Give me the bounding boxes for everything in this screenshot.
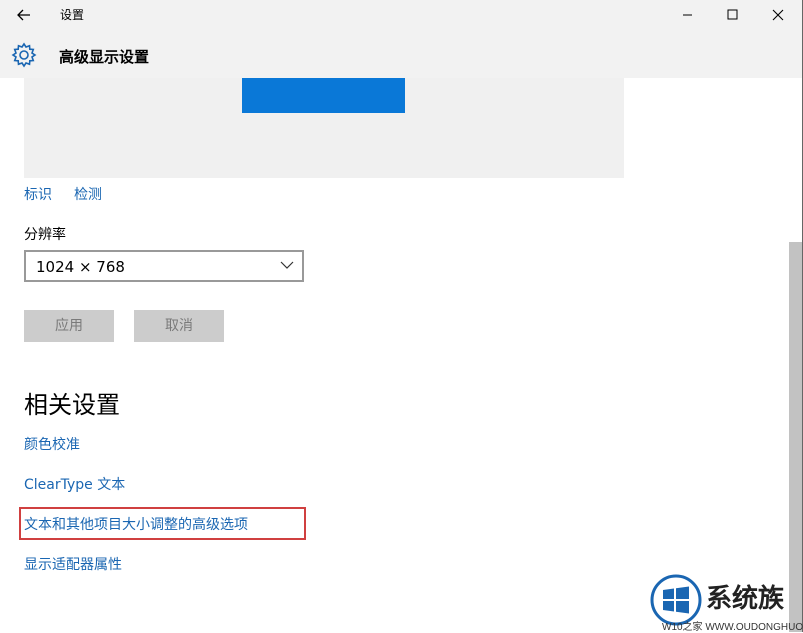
- back-button[interactable]: [12, 4, 36, 26]
- color-calibration-link[interactable]: 颜色校准: [24, 434, 80, 454]
- window-title: 设置: [60, 8, 85, 22]
- minimize-icon: [683, 14, 692, 16]
- adapter-properties-link[interactable]: 显示适配器属性: [24, 554, 122, 574]
- highlight-annotation: [19, 507, 306, 540]
- detect-link[interactable]: 检测: [74, 184, 102, 204]
- gear-icon: [11, 42, 37, 68]
- close-icon: [772, 9, 784, 21]
- apply-button[interactable]: 应用: [24, 310, 114, 342]
- maximize-button[interactable]: [710, 2, 756, 28]
- page-title: 高级显示设置: [59, 48, 150, 66]
- maximize-icon: [727, 9, 738, 20]
- monitor-tile[interactable]: [242, 78, 405, 113]
- resolution-label: 分辨率: [24, 227, 66, 243]
- watermark-brand: 系统族: [706, 584, 785, 614]
- watermark: 系统族 W10之家 WWW.OUDONGHUO.COM: [648, 574, 803, 633]
- resolution-value: 1024 × 768: [36, 258, 125, 276]
- minimize-button[interactable]: [664, 2, 710, 28]
- related-settings-heading: 相关设置: [24, 391, 120, 419]
- chevron-down-icon: [280, 261, 294, 269]
- resolution-dropdown[interactable]: 1024 × 768: [24, 250, 304, 282]
- title-bar: 设置 高级显示设置: [0, 0, 803, 78]
- close-button[interactable]: [755, 2, 801, 28]
- cleartype-text-link[interactable]: ClearType 文本: [24, 474, 125, 494]
- cancel-button[interactable]: 取消: [134, 310, 224, 342]
- back-arrow-icon: [17, 9, 30, 21]
- watermark-url: W10之家 WWW.OUDONGHUO.COM: [662, 622, 803, 633]
- display-preview: [24, 78, 624, 178]
- identify-link[interactable]: 标识: [24, 184, 52, 204]
